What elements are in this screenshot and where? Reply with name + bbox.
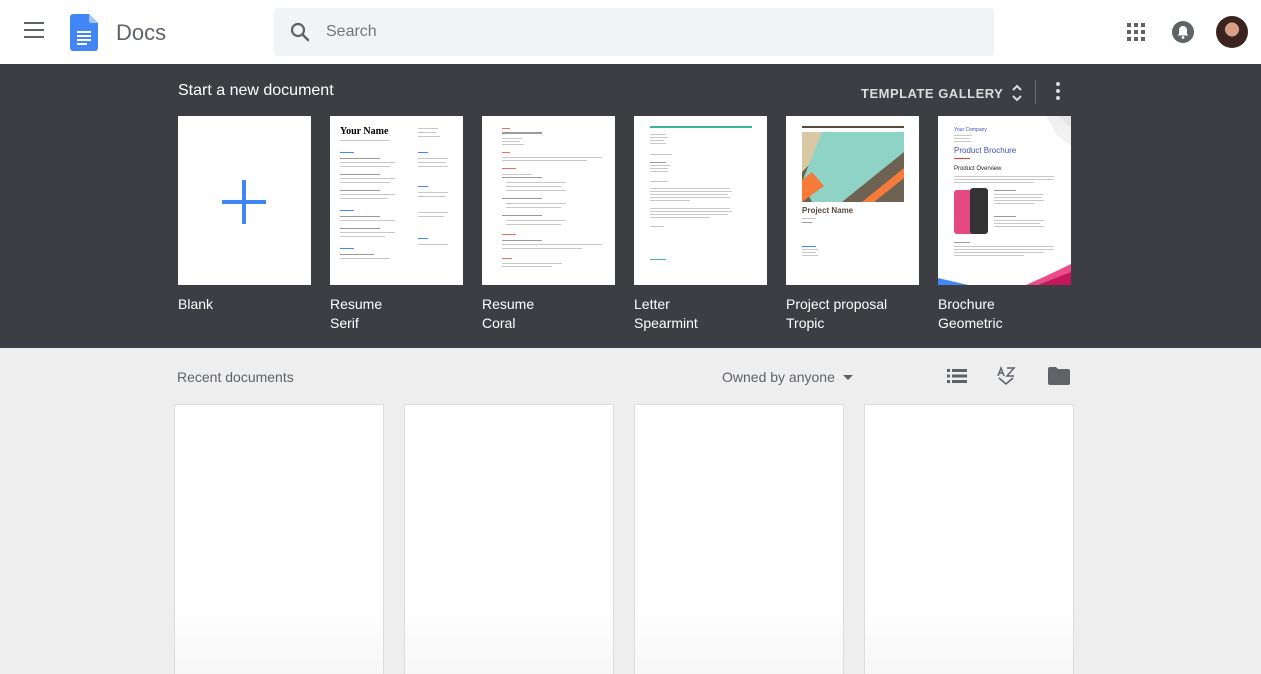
sort-az-icon[interactable] <box>995 366 1017 386</box>
template-variant: Serif <box>330 315 359 331</box>
thumbnail-section: Product Overview <box>954 166 1002 172</box>
template-thumbnail: Your Name <box>330 116 463 285</box>
thumbnail-title: Product Brochure <box>954 146 1017 155</box>
template-thumbnail <box>178 116 311 285</box>
template-resume-serif[interactable]: Your Name Resume Serif <box>330 116 463 333</box>
unfold-icon <box>1012 84 1023 102</box>
template-section: Start a new document TEMPLATE GALLERY Bl… <box>0 64 1261 348</box>
notifications-icon[interactable] <box>1172 21 1194 43</box>
recent-document-card[interactable] <box>404 404 614 674</box>
template-blank[interactable]: Blank <box>178 116 311 314</box>
avatar[interactable] <box>1216 16 1248 48</box>
thumbnail-company: Your Company <box>954 127 987 133</box>
dropdown-arrow-icon <box>842 374 853 380</box>
template-brochure-geometric[interactable]: Your Company Product Brochure Product Ov… <box>938 116 1071 333</box>
template-thumbnail <box>482 116 615 285</box>
template-name: Project proposal <box>786 296 888 312</box>
search-input[interactable] <box>326 8 966 56</box>
search-icon[interactable] <box>288 20 312 44</box>
recent-document-card[interactable] <box>174 404 384 674</box>
card-fade <box>865 604 1073 674</box>
template-variant: Geometric <box>938 315 1003 331</box>
thumbnail-heading: Your Name <box>340 126 389 137</box>
plus-icon <box>222 180 266 224</box>
card-fade <box>405 604 613 674</box>
template-name: Blank <box>178 296 214 312</box>
template-variant: Spearmint <box>634 315 698 331</box>
template-thumbnail <box>634 116 767 285</box>
menu-icon[interactable] <box>24 22 46 42</box>
template-gallery-button[interactable]: TEMPLATE GALLERY <box>861 80 1023 106</box>
more-options-icon[interactable] <box>1051 82 1065 104</box>
template-variant: Tropic <box>786 315 825 331</box>
divider <box>1035 80 1036 104</box>
owner-filter-dropdown[interactable]: Owned by anyone <box>722 369 853 385</box>
card-fade <box>635 604 843 674</box>
template-resume-coral[interactable]: Resume Coral <box>482 116 615 333</box>
search-bar[interactable] <box>274 8 994 56</box>
tropic-cover-art <box>802 132 904 202</box>
template-thumbnail: Your Company Product Brochure Product Ov… <box>938 116 1071 285</box>
template-section-title: Start a new document <box>178 82 334 99</box>
owner-filter-label: Owned by anyone <box>722 369 835 385</box>
template-project-proposal-tropic[interactable]: Project Name Project proposal Tropic <box>786 116 919 333</box>
card-fade <box>175 604 383 674</box>
template-name: Resume <box>330 296 383 312</box>
app-name[interactable]: Docs <box>116 20 166 46</box>
template-variant: Coral <box>482 315 516 331</box>
docs-logo-icon[interactable] <box>70 14 98 56</box>
template-name: Brochure <box>938 296 995 312</box>
template-name: Resume <box>482 296 535 312</box>
template-letter-spearmint[interactable]: Letter Spearmint <box>634 116 767 333</box>
top-bar: Docs <box>0 0 1261 64</box>
list-view-icon[interactable] <box>947 368 967 384</box>
recent-document-card[interactable] <box>864 404 1074 674</box>
apps-grid-icon[interactable] <box>1127 23 1145 41</box>
thumbnail-heading: Project Name <box>802 206 854 215</box>
template-gallery-label: TEMPLATE GALLERY <box>861 85 1004 101</box>
recent-documents-title: Recent documents <box>177 369 294 385</box>
folder-icon[interactable] <box>1048 367 1070 385</box>
recent-document-card[interactable] <box>634 404 844 674</box>
template-name: Letter <box>634 296 670 312</box>
template-thumbnail: Project Name <box>786 116 919 285</box>
